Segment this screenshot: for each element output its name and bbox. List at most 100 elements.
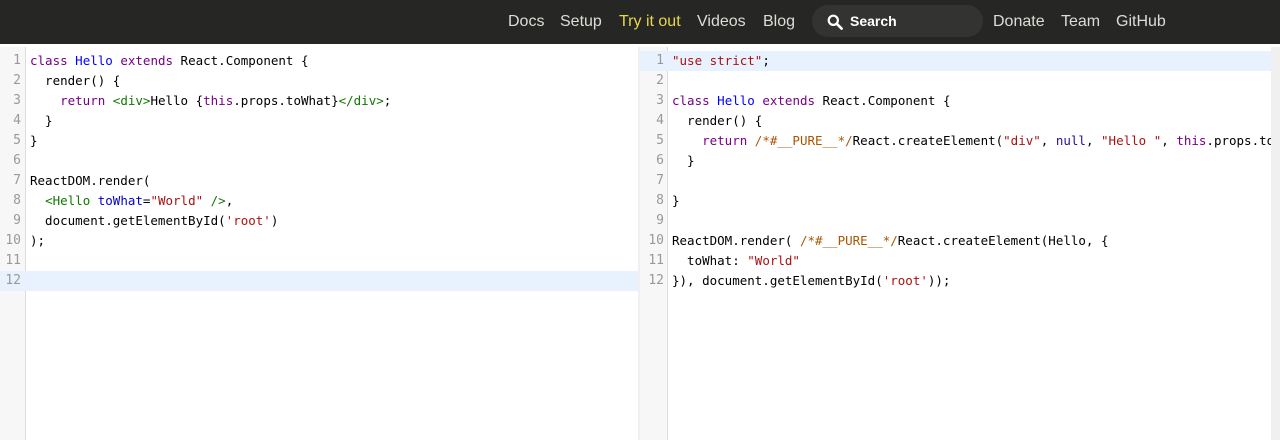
- code-token: "div": [1003, 133, 1041, 148]
- code-text: }: [672, 151, 695, 171]
- code-token: "use strict": [672, 53, 763, 68]
- code-token: .props.toWhat}: [233, 93, 339, 108]
- code-token: toWhat: [97, 193, 143, 208]
- code-token: this: [203, 93, 234, 108]
- code-text: }), document.getElementById('root'));: [672, 271, 950, 291]
- code-token: "World": [747, 253, 800, 268]
- search-box[interactable]: Search: [812, 5, 983, 37]
- line-number: 5: [656, 133, 664, 148]
- code-text: class Hello extends React.Component {: [672, 91, 951, 111]
- input-code-editor[interactable]: 1 class Hello extends React.Component {2 …: [0, 47, 638, 440]
- output-scrollbar[interactable]: [1271, 47, 1280, 440]
- line-number: 2: [656, 73, 664, 88]
- code-text: }: [30, 111, 53, 131]
- line-number: 5: [13, 133, 21, 148]
- code-token: render() {: [672, 113, 763, 128]
- line-number: 12: [5, 273, 21, 288]
- code-token: ReactDOM.render(: [672, 233, 800, 248]
- code-token: Hello {: [150, 93, 204, 108]
- input-code-lines: 1 class Hello extends React.Component {2 …: [0, 51, 638, 291]
- code-line: 10 ReactDOM.render( /*#__PURE__*/React.cr…: [640, 231, 1280, 251]
- code-text: render() {: [30, 71, 120, 91]
- code-token: </div>: [338, 93, 384, 108]
- line-number: 1: [13, 53, 21, 68]
- line-number: 7: [13, 173, 21, 188]
- nav-link-docs[interactable]: Docs: [508, 0, 544, 44]
- line-number: 8: [656, 193, 664, 208]
- code-token: <div>: [112, 93, 151, 108]
- code-line: 7 ReactDOM.render(: [0, 171, 638, 191]
- code-line: 3 return <div>Hello {this.props.toWhat}<…: [0, 91, 638, 111]
- code-text: return /*#__PURE__*/React.createElement(…: [672, 131, 1280, 151]
- code-token: }), document.getElementById(: [672, 273, 883, 288]
- code-token: ,: [1040, 133, 1056, 148]
- code-token: React.Component {: [815, 93, 951, 108]
- code-token: }: [30, 133, 38, 148]
- code-token: document.getElementById(: [30, 213, 226, 228]
- nav-link-team[interactable]: Team: [1061, 0, 1100, 44]
- code-text: "use strict";: [672, 51, 770, 71]
- nav-link-blog[interactable]: Blog: [763, 0, 795, 44]
- code-token: ReactDOM.render(: [30, 173, 151, 188]
- code-line: 4 }: [0, 111, 638, 131]
- code-token: }: [30, 113, 53, 128]
- code-token: />: [210, 193, 226, 208]
- code-token: 'root': [882, 273, 928, 288]
- line-number: 4: [656, 113, 664, 128]
- code-text: document.getElementById('root'): [30, 211, 278, 231]
- code-line: 6: [0, 151, 638, 171]
- code-line: 5}: [0, 131, 638, 151]
- line-number: 7: [656, 173, 664, 188]
- code-line: 4 render() {: [640, 111, 1280, 131]
- code-text: );: [30, 231, 45, 251]
- code-token: class: [672, 93, 710, 108]
- line-number: 12: [648, 273, 664, 288]
- code-line: 11: [0, 251, 638, 271]
- code-line: 7: [640, 171, 1280, 191]
- code-token: toWhat:: [672, 253, 748, 268]
- code-line: 9: [640, 211, 1280, 231]
- line-number: 3: [656, 93, 664, 108]
- line-number: 10: [5, 233, 21, 248]
- code-token: <Hello: [45, 193, 91, 208]
- code-text: }: [30, 131, 38, 151]
- code-token: "Hello ": [1101, 133, 1162, 148]
- output-code-lines: 1 "use strict"; 2 3 class Hello extends Reac…: [640, 51, 1280, 291]
- code-token: ): [270, 213, 279, 228]
- code-token: return: [702, 133, 748, 148]
- nav-link-setup[interactable]: Setup: [560, 0, 602, 44]
- code-line: 5 return /*#__PURE__*/React.createElemen…: [640, 131, 1280, 151]
- code-token: Hello: [75, 53, 113, 68]
- search-icon: [827, 14, 843, 30]
- code-text: toWhat: "World": [672, 251, 800, 271]
- code-text: ReactDOM.render( /*#__PURE__*/React.crea…: [672, 231, 1109, 251]
- code-token: class: [30, 53, 68, 68]
- code-line: 6 }: [640, 151, 1280, 171]
- line-number: 1: [656, 53, 664, 68]
- code-token: ,: [225, 193, 234, 208]
- line-number: 4: [13, 113, 21, 128]
- code-token: Hello: [717, 93, 755, 108]
- nav-link-try-it-out[interactable]: Try it out: [619, 0, 681, 44]
- line-number: 9: [13, 213, 21, 228]
- code-line: 3 class Hello extends React.Component {: [640, 91, 1280, 111]
- code-line: 1 "use strict";: [640, 51, 1280, 71]
- line-number: 3: [13, 93, 21, 108]
- nav-link-donate[interactable]: Donate: [993, 0, 1045, 44]
- nav-link-github[interactable]: GitHub: [1116, 0, 1166, 44]
- code-line: 1 class Hello extends React.Component {: [0, 51, 638, 71]
- line-number: 8: [13, 193, 21, 208]
- code-token: ;: [383, 93, 392, 108]
- line-number: 11: [5, 253, 21, 268]
- code-line: 11 toWhat: "World": [640, 251, 1280, 271]
- output-code-viewer: 1 "use strict"; 2 3 class Hello extends Reac…: [640, 47, 1280, 440]
- code-text: <Hello toWhat="World" />,: [30, 191, 233, 211]
- nav-link-videos[interactable]: Videos: [697, 0, 746, 44]
- code-token: React.createElement(: [852, 133, 1004, 148]
